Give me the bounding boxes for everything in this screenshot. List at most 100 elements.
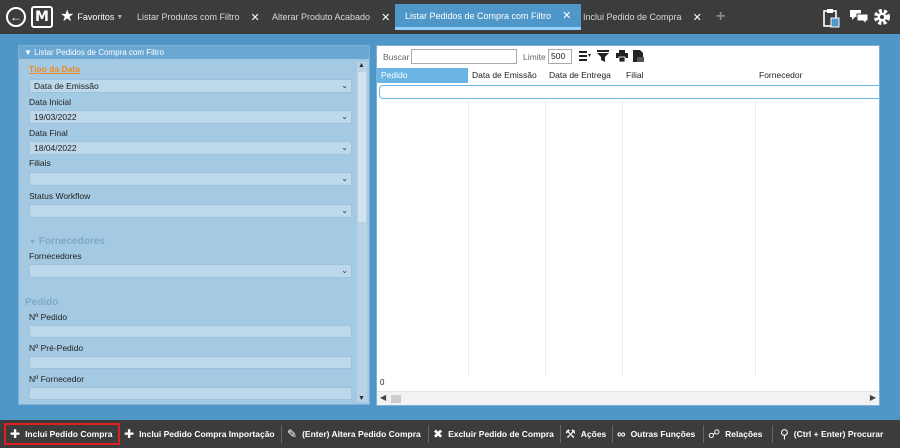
- num-prepedido-input[interactable]: [29, 356, 352, 369]
- fornecedores-label: Fornecedores: [29, 251, 82, 261]
- inclui-pedido-importacao-button[interactable]: ✚ Inclui Pedido Compra Importação: [124, 423, 275, 445]
- num-prepedido-label: Nº Pré-Pedido: [29, 343, 84, 353]
- pencil-icon: ✎: [287, 427, 298, 441]
- column-header-fornecedor[interactable]: Fornecedor: [755, 68, 881, 83]
- x-icon: ✖: [433, 427, 444, 441]
- tab-alterar-produto[interactable]: Alterar Produto Acabado ✕: [262, 4, 400, 30]
- back-icon[interactable]: ←: [6, 7, 26, 27]
- scroll-up-icon[interactable]: ▲: [358, 62, 365, 69]
- print-icon[interactable]: [616, 50, 628, 63]
- status-workflow-select[interactable]: ⌄: [29, 204, 352, 218]
- toolbar-separator: [703, 425, 704, 443]
- tab-inclui-pedido[interactable]: Inclui Pedido de Compra ✕: [573, 4, 712, 30]
- acoes-button[interactable]: ⚒ Ações: [565, 423, 606, 445]
- altera-pedido-button[interactable]: ✎ (Enter) Altera Pedido Compra: [287, 423, 421, 445]
- filter-panel-body: Tipo da Data Data de Emissão ⌄ Data Inic…: [19, 59, 355, 404]
- button-label: (Ctrl + Enter) Procurar: [793, 429, 884, 439]
- data-inicial-field[interactable]: 19/03/2022 ⌄: [29, 110, 352, 124]
- column-divider: [622, 100, 623, 376]
- data-inicial-label: Data Inicial: [29, 97, 72, 107]
- column-header-data-emissao[interactable]: Data de Emissão: [468, 68, 545, 83]
- num-pedido-label: Nº Pedido: [29, 312, 68, 322]
- filter-funnel-icon[interactable]: [597, 50, 609, 63]
- scroll-down-icon[interactable]: ▼: [358, 395, 365, 402]
- button-label: Inclui Pedido Compra: [25, 429, 113, 439]
- scroll-right-icon[interactable]: ▶: [870, 393, 876, 402]
- num-pedido-input[interactable]: [29, 325, 352, 338]
- filiais-label: Filiais: [29, 158, 51, 168]
- tab-label: Alterar Produto Acabado: [272, 12, 371, 22]
- hammer-icon: ⚒: [565, 427, 576, 441]
- data-final-value: 18/04/2022: [34, 143, 77, 153]
- search-row: Buscar Limite 500: [377, 46, 879, 68]
- column-header-pedido[interactable]: Pedido: [377, 68, 468, 83]
- close-icon[interactable]: ✕: [693, 11, 702, 24]
- inclui-pedido-compra-button[interactable]: ✚ Inclui Pedido Compra: [4, 423, 120, 445]
- data-final-field[interactable]: 18/04/2022 ⌄: [29, 141, 352, 155]
- plus-icon: ✚: [124, 427, 135, 441]
- scroll-left-icon[interactable]: ◀: [380, 393, 386, 402]
- tab-label: Inclui Pedido de Compra: [583, 12, 682, 22]
- column-header-filial[interactable]: Filial: [622, 68, 755, 83]
- limit-label: Limite: [523, 52, 546, 62]
- button-label: Excluir Pedido de Compra: [448, 429, 554, 439]
- selected-row[interactable]: [379, 85, 879, 99]
- close-icon[interactable]: ✕: [562, 9, 571, 22]
- horizontal-scrollbar[interactable]: ◀ ▶: [377, 391, 879, 405]
- magnifier-icon: ⚲: [780, 427, 789, 441]
- tab-listar-pedidos[interactable]: Listar Pedidos de Compra com Filtro ✕: [395, 4, 582, 30]
- search-label: Buscar: [383, 52, 410, 62]
- fornecedores-section-header[interactable]: ▼ Fornecedores: [29, 236, 105, 247]
- export-document-icon[interactable]: [632, 50, 644, 63]
- num-fornecedor-input[interactable]: [29, 387, 352, 400]
- bottom-toolbar: ✚ Inclui Pedido Compra ✚ Inclui Pedido C…: [0, 420, 900, 448]
- collapse-triangle-icon: ▼: [24, 48, 32, 57]
- link-icon: ∞: [617, 427, 626, 441]
- app-logo[interactable]: M: [31, 6, 53, 28]
- column-divider: [545, 100, 546, 376]
- list-sort-icon[interactable]: [579, 50, 591, 63]
- filiais-select[interactable]: ⌄: [29, 172, 352, 186]
- column-divider: [755, 100, 756, 376]
- close-icon[interactable]: ✕: [381, 11, 390, 24]
- outras-funcoes-button[interactable]: ∞ Outras Funções: [617, 423, 695, 445]
- chat-bubbles-icon[interactable]: [849, 8, 869, 31]
- column-header-data-entrega[interactable]: Data de Entrega: [545, 68, 622, 83]
- toolbar-separator: [560, 425, 561, 443]
- favorites-menu[interactable]: ★ Favoritos ▼: [60, 8, 123, 26]
- scrollbar-thumb[interactable]: [391, 395, 401, 403]
- chevron-down-icon: ⌄: [341, 266, 348, 275]
- tab-label: Listar Pedidos de Compra com Filtro: [405, 10, 552, 21]
- network-icon: ☍: [708, 427, 721, 441]
- fornecedores-select[interactable]: ⌄: [29, 264, 352, 278]
- tab-listar-produtos[interactable]: Listar Produtos com Filtro ✕: [127, 4, 270, 30]
- chevron-down-icon: ⌄: [341, 143, 348, 152]
- toolbar-separator: [772, 425, 773, 443]
- data-final-label: Data Final: [29, 128, 68, 138]
- filter-panel-header[interactable]: ▼ Listar Pedidos de Compra com Filtro: [19, 46, 369, 59]
- clipboard-badge-icon[interactable]: [822, 8, 840, 33]
- button-label: Outras Funções: [630, 429, 696, 439]
- close-icon[interactable]: ✕: [251, 11, 260, 24]
- procurar-button[interactable]: ⚲ (Ctrl + Enter) Procurar: [780, 423, 883, 445]
- add-tab-icon[interactable]: +: [716, 9, 725, 25]
- limit-input[interactable]: 500: [548, 49, 572, 64]
- chevron-down-icon: ⌄: [341, 206, 348, 215]
- column-divider: [468, 100, 469, 376]
- search-input[interactable]: [411, 49, 517, 64]
- tipo-data-label[interactable]: Tipo da Data: [29, 64, 80, 74]
- tipo-data-value: Data de Emissão: [34, 81, 99, 91]
- toolbar-separator: [428, 425, 429, 443]
- chevron-down-icon: ▼: [116, 13, 124, 21]
- fornecedores-section-title: Fornecedores: [38, 236, 105, 247]
- filter-panel-scrollbar[interactable]: ▲ ▼: [357, 62, 367, 402]
- num-fornecedor-label: Nº Fornecedor: [29, 374, 85, 384]
- data-inicial-value: 19/03/2022: [34, 112, 77, 122]
- tipo-data-select[interactable]: Data de Emissão ⌄: [29, 79, 352, 93]
- excluir-pedido-button[interactable]: ✖ Excluir Pedido de Compra: [433, 423, 554, 445]
- relacoes-button[interactable]: ☍ Relações: [708, 423, 763, 445]
- scrollbar-thumb[interactable]: [358, 72, 366, 222]
- gear-icon[interactable]: [873, 8, 891, 31]
- button-label: (Enter) Altera Pedido Compra: [302, 429, 421, 439]
- star-icon: ★: [60, 8, 75, 25]
